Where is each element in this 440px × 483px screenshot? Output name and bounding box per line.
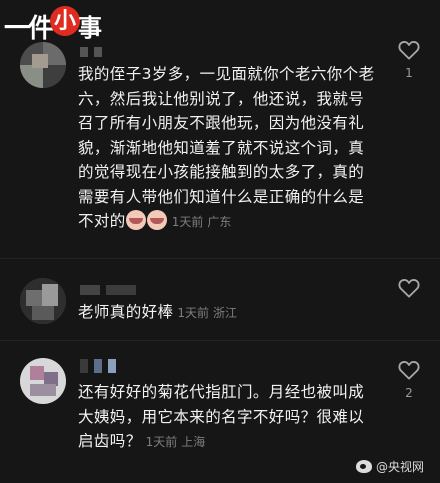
divider — [0, 340, 440, 341]
grin-emoji — [146, 210, 167, 230]
like-count: 1 — [405, 66, 413, 80]
heart-outline-icon — [398, 279, 420, 298]
avatar[interactable] — [20, 42, 66, 88]
comment-item: 老师真的好棒 1天前 浙江 — [0, 270, 440, 330]
comment-location: 广东 — [207, 215, 232, 229]
username-redacted[interactable] — [80, 358, 122, 373]
comment-location: 上海 — [181, 435, 206, 449]
like-button[interactable]: 2 — [397, 360, 421, 400]
comment-time: 1天前 — [177, 306, 210, 320]
weibo-icon — [355, 460, 372, 473]
watermark: @央视网 — [355, 458, 424, 475]
username-redacted[interactable] — [80, 280, 142, 295]
comment-body: 老师真的好棒 — [78, 303, 174, 321]
like-button[interactable]: 1 — [397, 40, 421, 80]
avatar[interactable] — [20, 278, 66, 324]
comment-time: 1天前 — [171, 215, 204, 229]
grin-emoji — [125, 210, 146, 230]
comment-time: 1天前 — [145, 435, 178, 449]
username-redacted[interactable] — [80, 42, 108, 57]
like-count: 2 — [405, 386, 413, 400]
comment-text: 老师真的好棒 1天前 浙江 — [78, 300, 378, 326]
heart-outline-icon — [398, 41, 420, 60]
comment-location: 浙江 — [213, 306, 238, 320]
avatar[interactable] — [20, 358, 66, 404]
brand-logo: 一件 小 事 — [4, 6, 102, 44]
divider — [0, 258, 440, 259]
like-button[interactable] — [397, 278, 421, 304]
comment-item: 我的侄子3岁多，一见面就你个老六你个老六，然后我让他别说了，他还说，我就号召了所… — [0, 36, 440, 246]
comment-text: 还有好好的菊花代指肛门。月经也被叫成大姨妈，用它本来的名字不好吗？很难以启齿吗？… — [78, 380, 378, 455]
comment-item: 还有好好的菊花代指肛门。月经也被叫成大姨妈，用它本来的名字不好吗？很难以启齿吗？… — [0, 350, 440, 460]
logo-badge: 小 — [50, 6, 80, 36]
heart-outline-icon — [398, 361, 420, 380]
comment-body: 我的侄子3岁多，一见面就你个老六你个老六，然后我让他别说了，他还说，我就号召了所… — [78, 65, 375, 230]
watermark-text: @央视网 — [375, 460, 424, 474]
comment-body: 还有好好的菊花代指肛门。月经也被叫成大姨妈，用它本来的名字不好吗？很难以启齿吗？ — [78, 383, 365, 450]
comment-text: 我的侄子3岁多，一见面就你个老六你个老六，然后我让他别说了，他还说，我就号召了所… — [78, 62, 378, 235]
